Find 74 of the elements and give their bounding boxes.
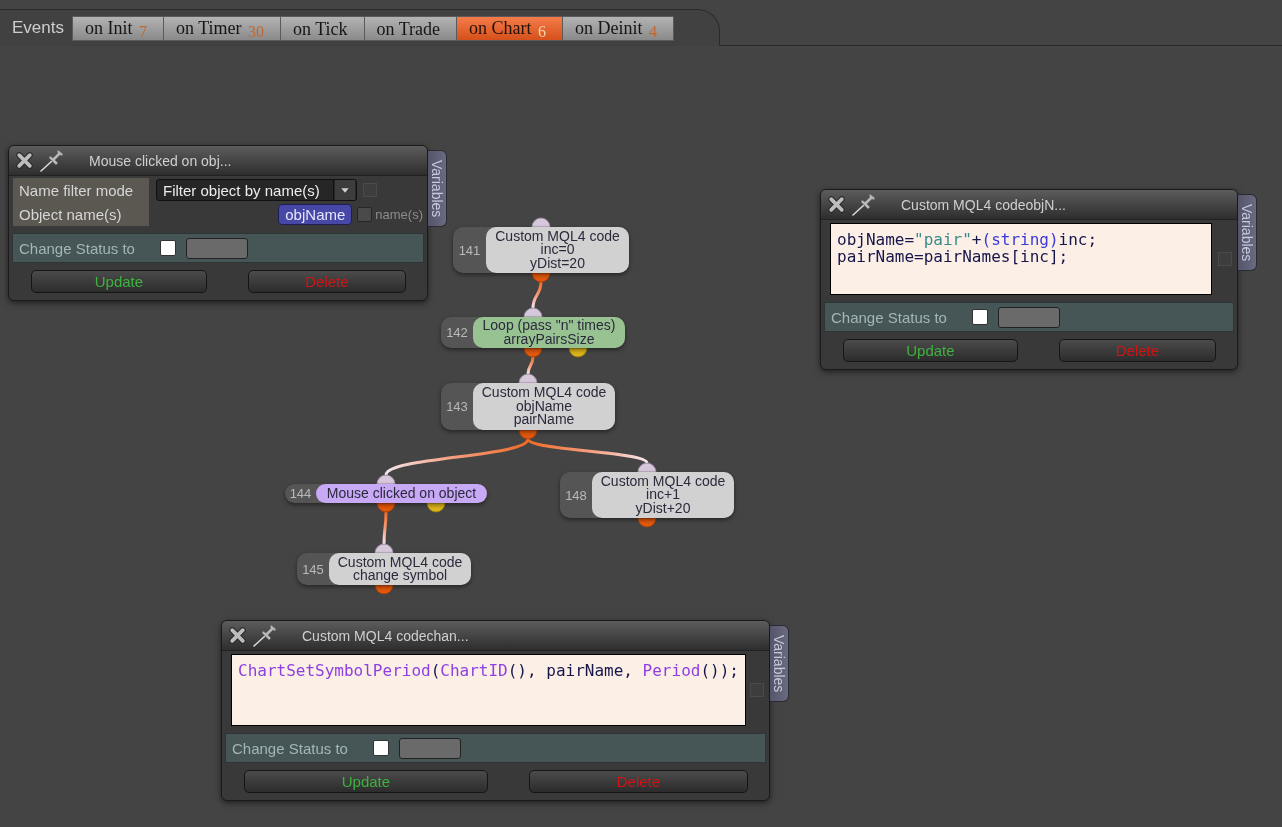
status-field[interactable] — [998, 306, 1060, 328]
node-number: 141 — [457, 241, 482, 260]
checkbox[interactable] — [357, 206, 373, 222]
node-label: Custom MQL4 code inc+1 yDist+20 — [592, 472, 734, 518]
output-port-icon[interactable] — [531, 272, 551, 283]
flow-node[interactable]: 141 Custom MQL4 code inc=0 yDist=20 — [453, 227, 629, 273]
node-label: Custom MQL4 code objName pairName — [473, 383, 615, 430]
variables-tab[interactable]: Variables — [770, 625, 789, 702]
connector-line — [531, 281, 543, 309]
code-editor[interactable]: ChartSetSymbolPeriod(ChartID(), pairName, Period()); — [231, 654, 746, 726]
status-field[interactable] — [186, 237, 248, 259]
output-port-icon[interactable] — [637, 517, 657, 528]
flow-node[interactable]: 142 Loop (pass "n" times) arrayPairsSize — [441, 317, 625, 348]
events-label: Events — [12, 17, 64, 39]
status-label: Change Status to — [830, 308, 948, 326]
panel-title: Custom MQL4 codeobjN... — [901, 196, 1066, 213]
output-port-icon[interactable] — [523, 347, 543, 358]
output-port-icon[interactable] — [568, 347, 588, 358]
flow-node[interactable]: 143 Custom MQL4 code objName pairName — [441, 383, 615, 430]
panel-title: Custom MQL4 codechan... — [302, 627, 469, 644]
checkbox[interactable] — [160, 240, 176, 256]
connector-line — [382, 512, 388, 544]
caret-icon[interactable] — [333, 180, 356, 200]
node-number: 143 — [445, 398, 469, 416]
variables-tab[interactable]: Variables — [428, 150, 447, 227]
close-icon[interactable] — [16, 152, 33, 169]
output-port-icon[interactable] — [518, 429, 538, 440]
node-label: Mouse clicked on object — [316, 484, 487, 503]
field-label: Name filter mode — [13, 178, 149, 202]
flow-node[interactable]: 148 Custom MQL4 code inc+1 yDist+20 — [560, 472, 734, 518]
event-tab[interactable]: on Init $_{7}$ — [72, 16, 164, 41]
event-tab[interactable]: on Deinit $_{4}$ — [562, 16, 675, 41]
variables-tab[interactable]: Variables — [1238, 194, 1257, 271]
input-port-icon[interactable] — [637, 462, 657, 473]
checkbox-label: name(s) — [375, 206, 423, 222]
event-tab[interactable]: on Trade — [363, 16, 458, 41]
variable-tag[interactable]: objName — [278, 203, 353, 225]
input-port-icon[interactable] — [523, 307, 543, 318]
close-icon[interactable] — [828, 196, 845, 213]
connector-line — [526, 356, 535, 375]
panel-title: Mouse clicked on obj... — [89, 152, 232, 169]
close-icon[interactable] — [229, 627, 246, 644]
node-label: Loop (pass "n" times) arrayPairsSize — [473, 317, 625, 348]
update-button[interactable]: Update — [31, 270, 207, 293]
name-filter-dropdown[interactable]: Filter object by name(s) — [156, 179, 357, 201]
node-number: 145 — [301, 560, 325, 579]
status-label: Change Status to — [18, 239, 136, 257]
node-number: 142 — [445, 324, 469, 342]
node-number: 144 — [288, 485, 313, 503]
event-tab[interactable]: on Tick — [280, 16, 365, 41]
checkbox[interactable] — [373, 740, 389, 756]
checkbox[interactable] — [972, 309, 988, 325]
status-label: Change Status to — [231, 739, 349, 757]
update-button[interactable]: Update — [244, 770, 488, 793]
update-button[interactable]: Update — [843, 339, 1018, 362]
code-line: ChartSetSymbolPeriod(ChartID(), pairName, Period()); — [238, 662, 739, 679]
output-port-icon[interactable] — [374, 584, 394, 595]
code-line: pairName=pairNames[inc]; — [837, 248, 1069, 265]
input-port-icon[interactable] — [518, 373, 538, 384]
node-label: Custom MQL4 code inc=0 yDist=20 — [486, 227, 629, 273]
output-port-icon[interactable] — [426, 502, 446, 513]
code-editor[interactable]: objName="pair"+(string)inc; pairName=pairNames[inc]; — [830, 223, 1212, 295]
field-label: Object name(s) — [13, 202, 149, 226]
flow-node[interactable]: 144 Mouse clicked on object — [285, 484, 487, 503]
event-tab[interactable]: on Chart $_{6}$ — [456, 16, 564, 41]
input-port-icon[interactable] — [531, 217, 551, 228]
event-tab[interactable]: on Timer $_{30}$ — [163, 16, 281, 41]
input-port-icon[interactable] — [374, 543, 394, 554]
output-port-icon[interactable] — [376, 502, 396, 513]
code-line: objName="pair"+(string)inc; — [837, 231, 1098, 248]
node-number: 148 — [564, 486, 588, 505]
input-port-icon[interactable] — [376, 474, 396, 485]
node-label: Custom MQL4 code change symbol — [329, 553, 471, 585]
status-field[interactable] — [399, 737, 461, 759]
